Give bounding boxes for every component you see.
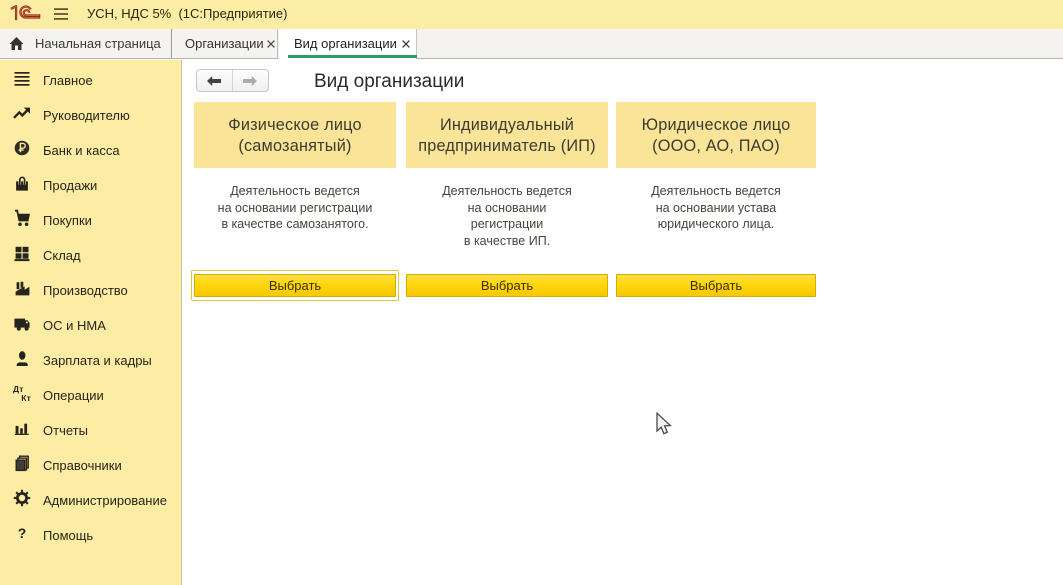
svg-text:?: ? [18, 525, 27, 541]
